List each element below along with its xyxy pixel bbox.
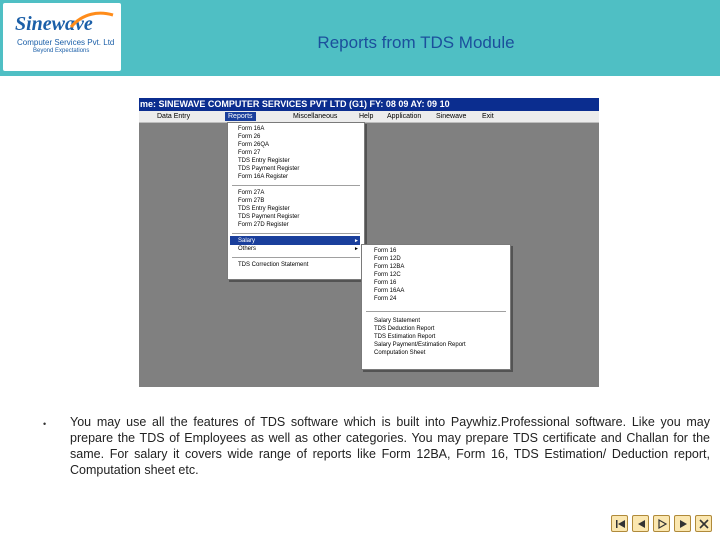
next-slide-button[interactable] bbox=[674, 515, 691, 532]
menu-item[interactable]: Form 16 bbox=[374, 247, 396, 255]
menu-item[interactable]: TDS Correction Statement bbox=[238, 261, 308, 269]
menu-item[interactable]: Form 16A bbox=[238, 125, 264, 133]
menu-item[interactable]: TDS Payment Register bbox=[238, 165, 299, 173]
menu-item[interactable]: Form 26 bbox=[238, 133, 260, 141]
menu-item-others[interactable]: Others bbox=[238, 245, 256, 253]
menu-item[interactable]: Form 16 bbox=[374, 279, 396, 287]
previous-icon bbox=[638, 520, 645, 528]
body-paragraph: You may use all the features of TDS soft… bbox=[70, 415, 710, 477]
menu-item[interactable]: Computation Sheet bbox=[374, 349, 425, 357]
menu-item[interactable]: Form 26QA bbox=[238, 141, 269, 149]
next-icon bbox=[680, 520, 687, 528]
menu-reports[interactable]: Reports bbox=[225, 112, 256, 121]
menu-item[interactable]: Form 16A Register bbox=[238, 173, 288, 181]
submenu-arrow-icon: ► bbox=[354, 238, 359, 244]
logo-company: Computer Services Pvt. Ltd bbox=[17, 38, 115, 47]
previous-slide-button[interactable] bbox=[632, 515, 649, 532]
menu-item[interactable]: Form 16AA bbox=[374, 287, 404, 295]
menu-data-entry[interactable]: Data Entry bbox=[157, 112, 190, 121]
bullet-marker: • bbox=[43, 419, 47, 429]
menu-item[interactable]: Form 12BA bbox=[374, 263, 404, 271]
menu-item[interactable]: Salary Payment/Estimation Report bbox=[374, 341, 466, 349]
first-icon bbox=[616, 520, 625, 528]
salary-submenu: Form 16 Form 12D Form 12BA Form 12C Form… bbox=[361, 244, 511, 370]
menu-item[interactable]: Salary Statement bbox=[374, 317, 420, 325]
logo-swoosh-icon bbox=[69, 11, 114, 29]
menu-item[interactable]: Form 12C bbox=[374, 271, 401, 279]
app-menubar: Data Entry Reports Miscellaneous Help Ap… bbox=[139, 111, 599, 123]
menu-item[interactable]: TDS Estimation Report bbox=[374, 333, 435, 341]
menu-sinewave[interactable]: Sinewave bbox=[436, 112, 466, 121]
menu-item[interactable]: Form 12D bbox=[374, 255, 401, 263]
menu-exit[interactable]: Exit bbox=[482, 112, 494, 121]
play-icon bbox=[658, 518, 668, 530]
menu-item-salary[interactable]: Salary bbox=[238, 237, 255, 245]
menu-separator bbox=[366, 311, 506, 312]
app-screenshot: me: SINEWAVE COMPUTER SERVICES PVT LTD (… bbox=[139, 98, 599, 387]
logo-tagline: Beyond Expectations bbox=[33, 48, 90, 54]
play-button[interactable] bbox=[653, 515, 670, 532]
menu-separator bbox=[232, 233, 360, 234]
company-logo: Sinewave Computer Services Pvt. Ltd Beyo… bbox=[3, 3, 121, 71]
first-slide-button[interactable] bbox=[611, 515, 628, 532]
menu-item[interactable]: TDS Payment Register bbox=[238, 213, 299, 221]
submenu-arrow-icon: ► bbox=[354, 246, 359, 252]
menu-item[interactable]: Form 27A bbox=[238, 189, 264, 197]
reports-dropdown: Form 16A Form 26 Form 26QA Form 27 TDS E… bbox=[227, 122, 365, 280]
slide-title: Reports from TDS Module bbox=[317, 33, 515, 52]
slide-header: Sinewave Computer Services Pvt. Ltd Beyo… bbox=[0, 0, 720, 76]
menu-application[interactable]: Application bbox=[387, 112, 421, 121]
menu-help[interactable]: Help bbox=[359, 112, 373, 121]
menu-separator bbox=[232, 185, 360, 186]
menu-item[interactable]: Form 27D Register bbox=[238, 221, 289, 229]
app-titlebar: me: SINEWAVE COMPUTER SERVICES PVT LTD (… bbox=[139, 98, 599, 111]
menu-item[interactable]: TDS Entry Register bbox=[238, 157, 290, 165]
menu-item[interactable]: Form 27B bbox=[238, 197, 264, 205]
menu-item[interactable]: Form 24 bbox=[374, 295, 396, 303]
menu-separator bbox=[232, 257, 360, 258]
menu-item[interactable]: TDS Entry Register bbox=[238, 205, 290, 213]
last-slide-button[interactable] bbox=[695, 515, 712, 532]
close-icon bbox=[699, 519, 709, 529]
menu-item[interactable]: Form 27 bbox=[238, 149, 260, 157]
menu-item[interactable]: TDS Deduction Report bbox=[374, 325, 434, 333]
menu-miscellaneous[interactable]: Miscellaneous bbox=[293, 112, 337, 121]
